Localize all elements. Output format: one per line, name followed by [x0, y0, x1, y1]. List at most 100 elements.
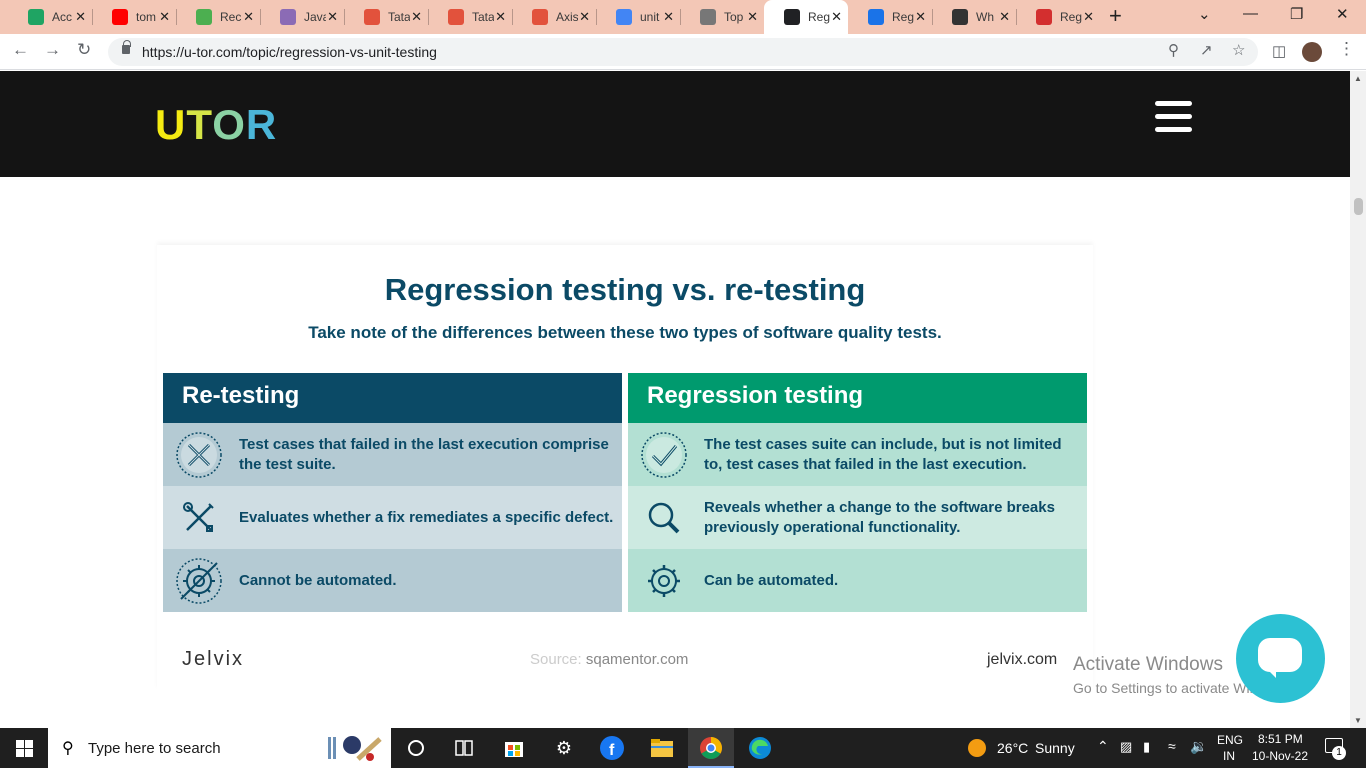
tab-close-icon[interactable]: ✕ — [663, 9, 674, 25]
tab-title: Reg — [892, 10, 914, 24]
share-icon[interactable]: ↗ — [1200, 41, 1213, 59]
browser-tab[interactable]: Tata ✕ — [428, 0, 512, 34]
volume-icon[interactable]: 🔉 — [1190, 738, 1207, 755]
x-circle-icon — [176, 432, 222, 478]
language-region[interactable]: IN — [1223, 749, 1235, 763]
tab-title: Tata — [388, 10, 410, 24]
dots-icon — [196, 9, 212, 25]
cortana-circle-icon[interactable] — [404, 736, 428, 760]
facebook-icon[interactable]: f — [600, 736, 624, 760]
tab-title: Wh — [976, 10, 994, 24]
infographic-subtitle: Take note of the differences between the… — [308, 323, 942, 342]
cignitti-icon — [700, 9, 716, 25]
tab-close-icon[interactable]: ✕ — [75, 9, 86, 25]
tab-title: Rec — [220, 10, 242, 24]
reload-icon[interactable]: ↻ — [77, 40, 91, 60]
battery-icon[interactable]: ▮ — [1143, 739, 1150, 755]
tab-separator — [680, 9, 681, 25]
edge-icon[interactable] — [748, 736, 772, 760]
hamburger-menu-icon[interactable] — [1155, 101, 1192, 133]
url-text[interactable]: https://u-tor.com/topic/regression-vs-un… — [142, 44, 437, 60]
file-explorer-icon[interactable] — [650, 736, 674, 760]
chrome-active-task[interactable] — [688, 728, 734, 768]
tata-icon — [364, 9, 380, 25]
clock-date[interactable]: 10-Nov-22 — [1252, 749, 1308, 763]
tab-title: Reg — [1060, 10, 1082, 24]
regression-text: The test cases suite can include, but is… — [704, 435, 1062, 473]
tab-close-icon[interactable]: ✕ — [999, 9, 1010, 25]
scroll-up-icon[interactable]: ▲ — [1354, 74, 1362, 83]
browser-tab[interactable]: unit ✕ — [596, 0, 680, 34]
restore-icon[interactable]: ❐ — [1290, 5, 1303, 23]
scroll-down-icon[interactable]: ▼ — [1354, 716, 1362, 725]
clock-time[interactable]: 8:51 PM — [1258, 732, 1303, 746]
regression-row: Reveals whether a change to the software… — [628, 486, 1087, 549]
forward-icon[interactable]: → — [44, 40, 61, 60]
tab-search-icon[interactable]: ⌄ — [1198, 5, 1211, 23]
page-scrollbar[interactable]: ▲ ▼ — [1350, 71, 1366, 728]
regression-text: Reveals whether a change to the software… — [704, 498, 1055, 536]
regression-text: Can be automated. — [704, 571, 839, 589]
tab-close-icon[interactable]: ✕ — [159, 9, 170, 25]
tab-title: Java — [304, 10, 326, 24]
tab-title: Reg — [808, 10, 830, 24]
red-logo-icon — [1036, 9, 1052, 25]
tab-close-icon[interactable]: ✕ — [747, 9, 758, 25]
browser-tab[interactable]: Axis ✕ — [512, 0, 596, 34]
tab-close-icon[interactable]: ✕ — [411, 9, 422, 25]
browser-tab[interactable]: tom ✕ — [92, 0, 176, 34]
browser-tab[interactable]: Reg ✕ — [764, 0, 848, 34]
tab-close-icon[interactable]: ✕ — [579, 9, 590, 25]
windows-taskbar: ⚲ Type here to search ⚙ f 26°C Sunny ⌃ ▨… — [0, 728, 1366, 768]
back-icon[interactable]: ← — [12, 40, 29, 60]
tab-close-icon[interactable]: ✕ — [243, 9, 254, 25]
task-view-icon[interactable] — [452, 736, 476, 760]
tab-separator — [428, 9, 429, 25]
taskbar-search[interactable]: ⚲ Type here to search — [48, 728, 391, 768]
tab-close-icon[interactable]: ✕ — [495, 9, 506, 25]
tab-close-icon[interactable]: ✕ — [1083, 9, 1094, 25]
profile-avatar[interactable] — [1302, 42, 1322, 62]
browser-tab[interactable]: Tata ✕ — [344, 0, 428, 34]
tab-close-icon[interactable]: ✕ — [831, 9, 842, 25]
browser-tab[interactable]: Wh ✕ — [932, 0, 1016, 34]
browser-tab[interactable]: Java✕ — [260, 0, 344, 34]
browser-tab[interactable]: Top ✕ — [680, 0, 764, 34]
address-bar[interactable]: https://u-tor.com/topic/regression-vs-un… — [108, 38, 1258, 66]
bookmark-star-icon[interactable]: ☆ — [1232, 41, 1245, 59]
utor-logo[interactable]: UTOR — [155, 103, 277, 147]
menu-kebab-icon[interactable]: ⋮ — [1338, 39, 1355, 59]
tab-title: Acc — [52, 10, 73, 24]
chat-widget-button[interactable] — [1236, 614, 1325, 703]
zoom-icon[interactable]: ⚲ — [1168, 41, 1179, 59]
new-tab-icon[interactable]: + — [1109, 3, 1122, 29]
weather-text[interactable]: Sunny — [1035, 740, 1075, 756]
scrollbar-thumb[interactable] — [1354, 198, 1363, 215]
windows-start-icon[interactable] — [16, 740, 33, 757]
check-circle-icon — [641, 432, 687, 478]
tools-icon — [183, 502, 214, 532]
browser-tab[interactable]: Reg ✕ — [848, 0, 932, 34]
microsoft-store-icon[interactable] — [502, 736, 526, 760]
browser-tab[interactable]: Rec ✕ — [176, 0, 260, 34]
tab-title: Top — [724, 10, 744, 24]
infographic: Regression testing vs. re-testing Take n… — [157, 245, 1093, 690]
tab-close-icon[interactable]: ✕ — [327, 9, 338, 25]
browser-tab[interactable]: Acc ✕ — [8, 0, 92, 34]
tray-chevron-up-icon[interactable]: ⌃ — [1097, 738, 1109, 755]
browser-tab[interactable]: Reg ✕ — [1016, 0, 1100, 34]
weather-sun-icon[interactable] — [968, 739, 986, 757]
settings-gear-icon[interactable]: ⚙ — [552, 736, 576, 760]
site-header: UTOR — [0, 71, 1350, 177]
network-device-icon[interactable]: ▨ — [1120, 739, 1132, 755]
close-window-icon[interactable]: ✕ — [1336, 5, 1349, 23]
weather-temp[interactable]: 26°C — [997, 740, 1028, 756]
retesting-row: Test cases that failed in the last execu… — [163, 423, 622, 486]
search-placeholder: Type here to search — [88, 740, 221, 757]
language-code[interactable]: ENG — [1217, 733, 1243, 747]
side-panel-icon[interactable]: ◫ — [1272, 42, 1286, 60]
tab-close-icon[interactable]: ✕ — [915, 9, 926, 25]
wifi-icon[interactable]: ≈ — [1168, 738, 1176, 754]
minimize-icon[interactable]: — — [1243, 5, 1258, 22]
utor-icon — [784, 9, 800, 25]
